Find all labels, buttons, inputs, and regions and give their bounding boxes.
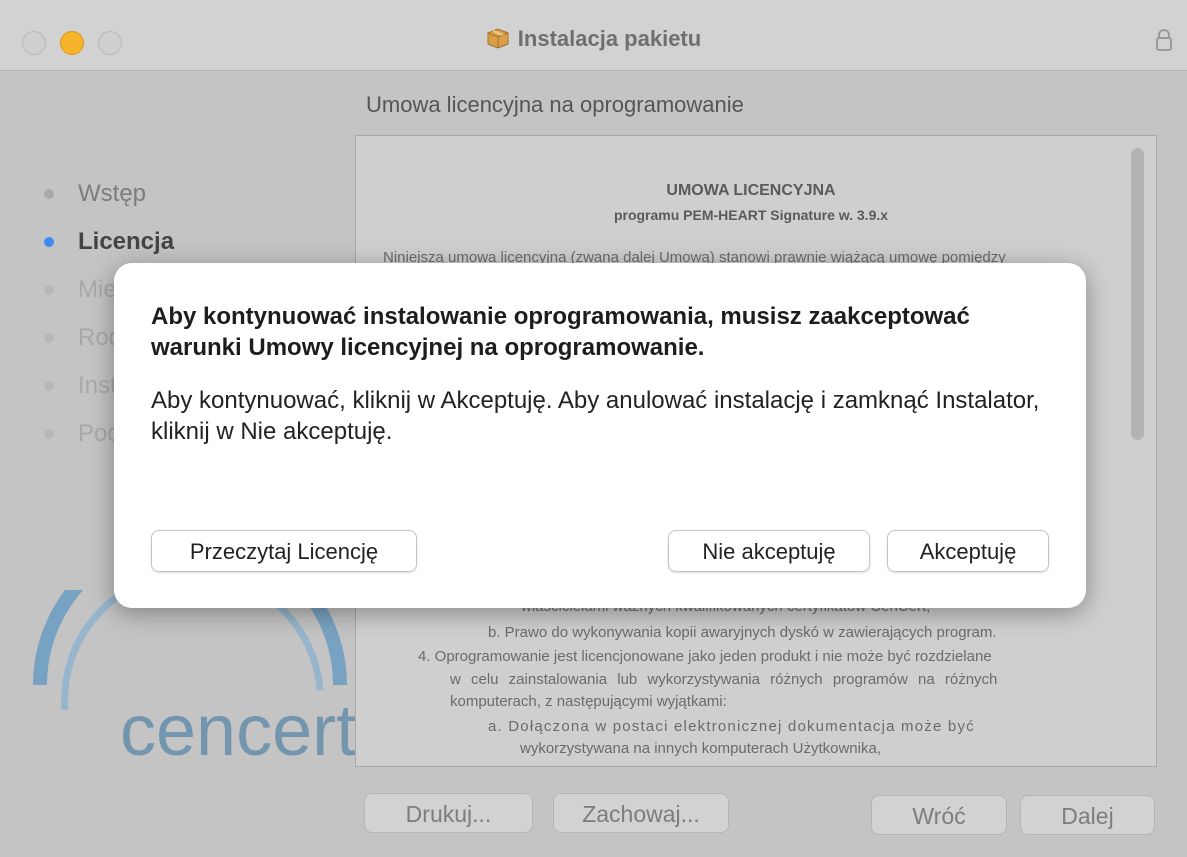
decline-button[interactable]: Nie akceptuję xyxy=(668,530,870,572)
cencert-logo: cencert xyxy=(33,590,356,771)
dialog-title: Aby kontynuować instalowanie oprogramowa… xyxy=(151,303,970,361)
doc-paragraph: wykorzystywana na innych komputerach Uży… xyxy=(520,740,881,757)
step-intro: Wstęp xyxy=(44,170,267,218)
package-icon xyxy=(487,28,509,49)
logo-text: cencert xyxy=(120,691,356,771)
step-license: Licencja xyxy=(44,218,267,266)
read-license-button[interactable]: Przeczytaj Licencję xyxy=(151,530,417,572)
window-title: Instalacja pakietu xyxy=(0,26,1187,52)
section-heading: Umowa licencyjna na oprogramowanie xyxy=(366,92,744,117)
dialog-message: Aby kontynuować, kliknij w Akceptuję. Ab… xyxy=(151,387,1040,445)
lock-icon xyxy=(1156,29,1172,51)
next-button[interactable]: Dalej xyxy=(1020,795,1155,835)
doc-paragraph: a. Dołączona w postaci elektronicznej do… xyxy=(488,718,975,735)
doc-subtitle: programu PEM-HEART Signature w. 3.9.x xyxy=(613,207,889,223)
window-title-text: Instalacja pakietu xyxy=(517,26,702,51)
back-button[interactable]: Wróć xyxy=(871,795,1007,835)
step-bullet xyxy=(44,429,54,439)
title-bar: Instalacja pakietu xyxy=(0,0,1187,71)
step-bullet xyxy=(44,381,54,391)
save-button[interactable]: Zachowaj... xyxy=(553,793,729,833)
license-agreement-dialog: Aby kontynuować instalowanie oprogramowa… xyxy=(114,263,1086,608)
doc-paragraph: 4. Oprogramowanie jest licencjonowane ja… xyxy=(418,648,992,665)
doc-paragraph: w celu zainstalowania lub wykorzystywani… xyxy=(450,671,998,688)
installer-window: Instalacja pakietu Umowa licencyjna na o… xyxy=(0,0,1187,857)
doc-paragraph: komputerach, z następującymi wyjątkami: xyxy=(450,693,727,710)
scrollbar-thumb[interactable] xyxy=(1131,148,1144,440)
step-label: Licencja xyxy=(78,228,175,255)
step-bullet-active xyxy=(44,237,54,247)
doc-paragraph: b. Prawo do wykonywania kopii awaryjnych… xyxy=(488,624,997,641)
doc-title: UMOWA LICENCYJNA xyxy=(666,182,836,199)
step-bullet xyxy=(44,189,54,199)
accept-button[interactable]: Akceptuję xyxy=(887,530,1049,572)
step-bullet xyxy=(44,285,54,295)
step-label: Wstęp xyxy=(78,180,147,207)
print-button[interactable]: Drukuj... xyxy=(364,793,533,833)
step-bullet xyxy=(44,333,54,343)
